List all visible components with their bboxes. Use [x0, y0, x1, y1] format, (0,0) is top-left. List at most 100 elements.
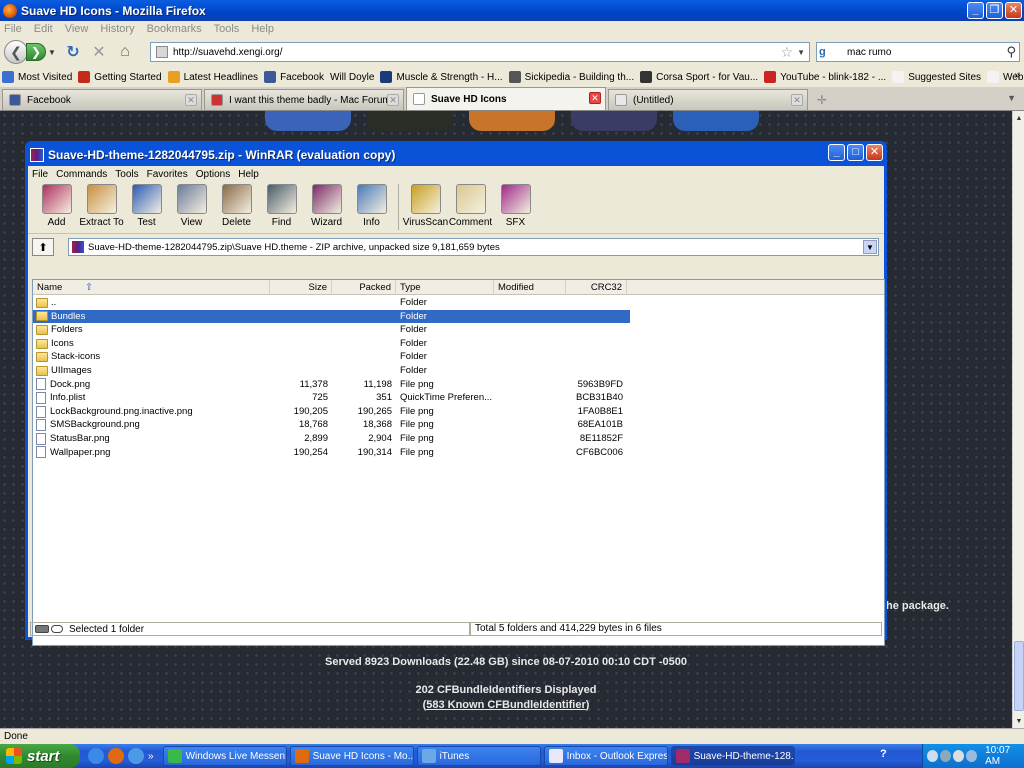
- site-identity-icon[interactable]: [156, 46, 168, 58]
- toolbar-test-button[interactable]: Test: [124, 182, 169, 228]
- column-type[interactable]: Type: [396, 280, 494, 295]
- archive-path-field[interactable]: Suave-HD-theme-1282044795.zip\Suave HD.t…: [68, 238, 879, 256]
- winrar-close-button[interactable]: ✕: [866, 144, 883, 161]
- search-input[interactable]: mac rumo: [847, 47, 891, 58]
- file-row[interactable]: Wallpaper.png 190,254 190,314 File png CF6BC…: [33, 446, 884, 460]
- file-row[interactable]: StatusBar.png 2,899 2,904 File png 8E11852F: [33, 432, 884, 446]
- column-modified[interactable]: Modified: [494, 280, 566, 295]
- winrar-menu-help[interactable]: Help: [238, 169, 259, 180]
- taskbar-task-button[interactable]: Windows Live Messen...: [162, 746, 287, 766]
- bookmark-item[interactable]: Sickipedia - Building th...: [508, 71, 634, 83]
- winrar-menu-favorites[interactable]: Favorites: [147, 169, 188, 180]
- page-scrollbar[interactable]: ▲ ▼: [1012, 111, 1024, 728]
- winrar-menu-tools[interactable]: Tools: [115, 169, 138, 180]
- clock[interactable]: 10:07 AM: [985, 745, 1024, 767]
- tab-close-icon[interactable]: ✕: [589, 92, 601, 104]
- archive-file-list[interactable]: Name ⇧ Size Packed Type Modified CRC32 .…: [32, 279, 885, 646]
- browser-tab[interactable]: Suave HD Icons ✕: [406, 87, 606, 110]
- scroll-down-icon[interactable]: ▼: [1014, 715, 1024, 727]
- menu-file[interactable]: File: [4, 23, 22, 35]
- ie-quicklaunch-icon[interactable]: [88, 748, 104, 764]
- menu-help[interactable]: Help: [251, 23, 274, 35]
- restore-button[interactable]: ❐: [986, 2, 1003, 19]
- file-row[interactable]: Info.plist 725 351 QuickTime Preferen... BCB…: [33, 391, 884, 405]
- up-folder-button[interactable]: ⬆: [32, 238, 54, 256]
- menu-tools[interactable]: Tools: [214, 23, 240, 35]
- search-bar[interactable]: g mac rumo ⚲: [816, 42, 1020, 62]
- tab-close-icon[interactable]: ✕: [185, 94, 197, 106]
- file-row[interactable]: Bundles Folder: [33, 309, 884, 324]
- column-packed[interactable]: Packed: [332, 280, 396, 295]
- bookmark-item[interactable]: Most Visited: [2, 71, 72, 83]
- scroll-thumb[interactable]: [1014, 641, 1024, 711]
- quicklaunch-more-icon[interactable]: »: [148, 751, 154, 762]
- bookmark-item[interactable]: Facebook: [264, 71, 324, 83]
- home-icon[interactable]: ⌂: [114, 41, 136, 63]
- bookmark-item[interactable]: Will Doyle: [330, 72, 374, 83]
- bookmark-item[interactable]: Getting Started: [78, 71, 162, 83]
- column-name[interactable]: Name ⇧: [33, 280, 270, 295]
- menu-view[interactable]: View: [65, 23, 89, 35]
- bookmark-item[interactable]: Corsa Sport - for Vau...: [640, 71, 758, 83]
- menu-bookmarks[interactable]: Bookmarks: [147, 23, 202, 35]
- file-row[interactable]: Folders Folder: [33, 323, 884, 337]
- menu-edit[interactable]: Edit: [34, 23, 53, 35]
- bookmark-item[interactable]: Muscle & Strength - H...: [380, 71, 503, 83]
- url-text[interactable]: http://suavehd.xengi.org/: [173, 47, 283, 58]
- file-row[interactable]: LockBackground.png.inactive.png 190,205 19…: [33, 405, 884, 419]
- winrar-maximize-button[interactable]: □: [847, 144, 864, 161]
- column-size[interactable]: Size: [270, 280, 332, 295]
- toolbar-wizard-button[interactable]: Wizard: [304, 182, 349, 228]
- toolbar-info-button[interactable]: Info: [349, 182, 394, 228]
- file-row[interactable]: SMSBackground.png 18,768 18,368 File png 68E…: [33, 418, 884, 432]
- tray-messenger-icon[interactable]: [940, 750, 952, 762]
- file-row[interactable]: Icons Folder: [33, 337, 884, 351]
- search-icon[interactable]: ⚲: [1006, 44, 1016, 60]
- help-icon[interactable]: ?: [880, 748, 894, 762]
- toolbar-view-button[interactable]: View: [169, 182, 214, 228]
- menu-history[interactable]: History: [100, 23, 134, 35]
- history-dropdown-icon[interactable]: ▼: [48, 48, 58, 57]
- back-button[interactable]: ❮: [4, 40, 28, 64]
- outlook-quicklaunch-icon[interactable]: [128, 748, 144, 764]
- toolbar-extract-to-button[interactable]: Extract To: [79, 182, 124, 228]
- tray-network-icon[interactable]: [927, 750, 939, 762]
- firefox-quicklaunch-icon[interactable]: [108, 748, 124, 764]
- stop-icon[interactable]: ✕: [88, 41, 110, 63]
- file-row[interactable]: Stack-icons Folder: [33, 350, 884, 364]
- winrar-menu-file[interactable]: File: [32, 169, 48, 180]
- file-row[interactable]: Dock.png 11,378 11,198 File png 5963B9FD: [33, 378, 884, 392]
- taskbar-task-button[interactable]: Suave-HD-theme-128...: [670, 746, 795, 766]
- minimize-button[interactable]: _: [967, 2, 984, 19]
- file-row[interactable]: UIImages Folder: [33, 364, 884, 378]
- column-crc32[interactable]: CRC32: [566, 280, 627, 295]
- tray-volume-icon[interactable]: [953, 750, 965, 762]
- browser-tab[interactable]: (Untitled) ✕: [608, 89, 808, 110]
- winrar-menu-options[interactable]: Options: [196, 169, 230, 180]
- close-button[interactable]: ✕: [1005, 2, 1022, 19]
- taskbar-task-button[interactable]: Suave HD Icons - Mo...: [289, 746, 414, 766]
- address-bar[interactable]: http://suavehd.xengi.org/ ☆ ▼: [150, 42, 810, 62]
- taskbar-task-button[interactable]: iTunes: [416, 746, 541, 766]
- bookmarks-overflow-icon[interactable]: »: [1014, 70, 1020, 81]
- scroll-up-icon[interactable]: ▲: [1014, 112, 1024, 124]
- url-dropdown-icon[interactable]: ▼: [797, 48, 805, 57]
- browser-tab[interactable]: I want this theme badly - Mac Forums ✕: [204, 89, 404, 110]
- bookmark-item[interactable]: Suggested Sites: [892, 71, 981, 83]
- toolbar-sfx-button[interactable]: SFX: [493, 182, 538, 228]
- tab-close-icon[interactable]: ✕: [387, 94, 399, 106]
- browser-tab[interactable]: Facebook ✕: [2, 89, 202, 110]
- bookmark-item[interactable]: Latest Headlines: [167, 71, 258, 83]
- winrar-minimize-button[interactable]: _: [828, 144, 845, 161]
- start-button[interactable]: start: [0, 744, 80, 768]
- tray-security-icon[interactable]: [966, 750, 978, 762]
- toolbar-delete-button[interactable]: Delete: [214, 182, 259, 228]
- path-dropdown-icon[interactable]: ▼: [863, 240, 877, 254]
- list-all-tabs-icon[interactable]: ▼: [1007, 93, 1016, 103]
- winrar-menu-commands[interactable]: Commands: [56, 169, 107, 180]
- tab-close-icon[interactable]: ✕: [791, 94, 803, 106]
- google-search-engine-icon[interactable]: g: [819, 45, 839, 59]
- reload-icon[interactable]: ↻: [62, 41, 84, 63]
- bookmark-item[interactable]: YouTube - blink-182 - ...: [764, 71, 886, 83]
- toolbar-add-button[interactable]: Add: [34, 182, 79, 228]
